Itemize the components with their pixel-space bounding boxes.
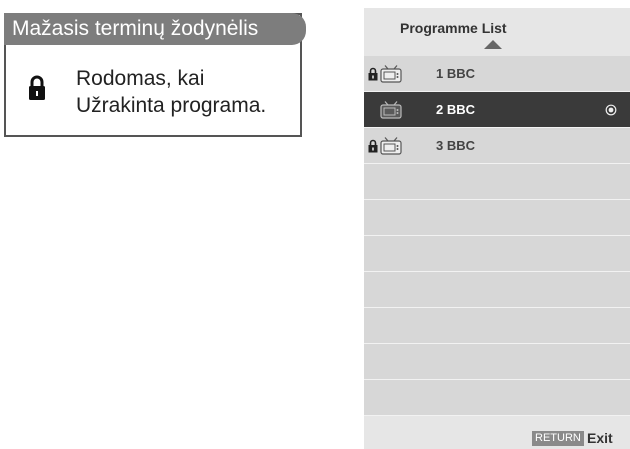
programme-list-footer: RETURN Exit <box>364 428 630 449</box>
glossary-description: Rodomas, kai Užrakinta programa. <box>76 65 301 119</box>
programme-list-header: Programme List <box>364 8 630 56</box>
programme-row[interactable] <box>364 272 630 308</box>
programme-name: 3 BBC <box>436 138 476 153</box>
programme-rows: 1 BBC 2 BBC 3 BBC <box>364 56 630 416</box>
lock-icon <box>29 75 45 100</box>
programme-row[interactable] <box>364 308 630 344</box>
programme-name: 1 BBC <box>436 66 476 81</box>
programme-row[interactable]: 1 BBC <box>364 56 630 92</box>
programme-list-title: Programme List <box>400 20 507 36</box>
programme-row[interactable] <box>364 236 630 272</box>
return-button[interactable]: RETURN <box>532 431 584 446</box>
glossary-line-1: Rodomas, kai <box>76 67 205 90</box>
programme-row[interactable]: 3 BBC <box>364 128 630 164</box>
glossary-title: Mažasis terminų žodynėlis <box>4 13 306 45</box>
programme-name: 2 BBC <box>436 102 476 117</box>
programme-row[interactable] <box>364 344 630 380</box>
lock-icon <box>368 67 378 81</box>
lock-icon <box>368 139 378 153</box>
programme-row[interactable] <box>364 164 630 200</box>
programme-row[interactable] <box>364 200 630 236</box>
glossary-box: Mažasis terminų žodynėlis Rodomas, kai U… <box>4 13 306 137</box>
scroll-up-icon[interactable] <box>484 40 502 49</box>
tv-icon <box>380 137 402 155</box>
programme-row[interactable] <box>364 380 630 416</box>
programme-list-panel: Programme List 1 BBC 2 BBC 3 BBC RETURN Ex… <box>364 8 630 449</box>
glossary-line-2: Užrakinta programa. <box>76 94 267 117</box>
programme-row[interactable]: 2 BBC <box>364 92 630 128</box>
selected-indicator-icon <box>605 104 617 116</box>
exit-label: Exit <box>587 430 613 446</box>
tv-icon <box>380 65 402 83</box>
tv-icon <box>380 101 402 119</box>
